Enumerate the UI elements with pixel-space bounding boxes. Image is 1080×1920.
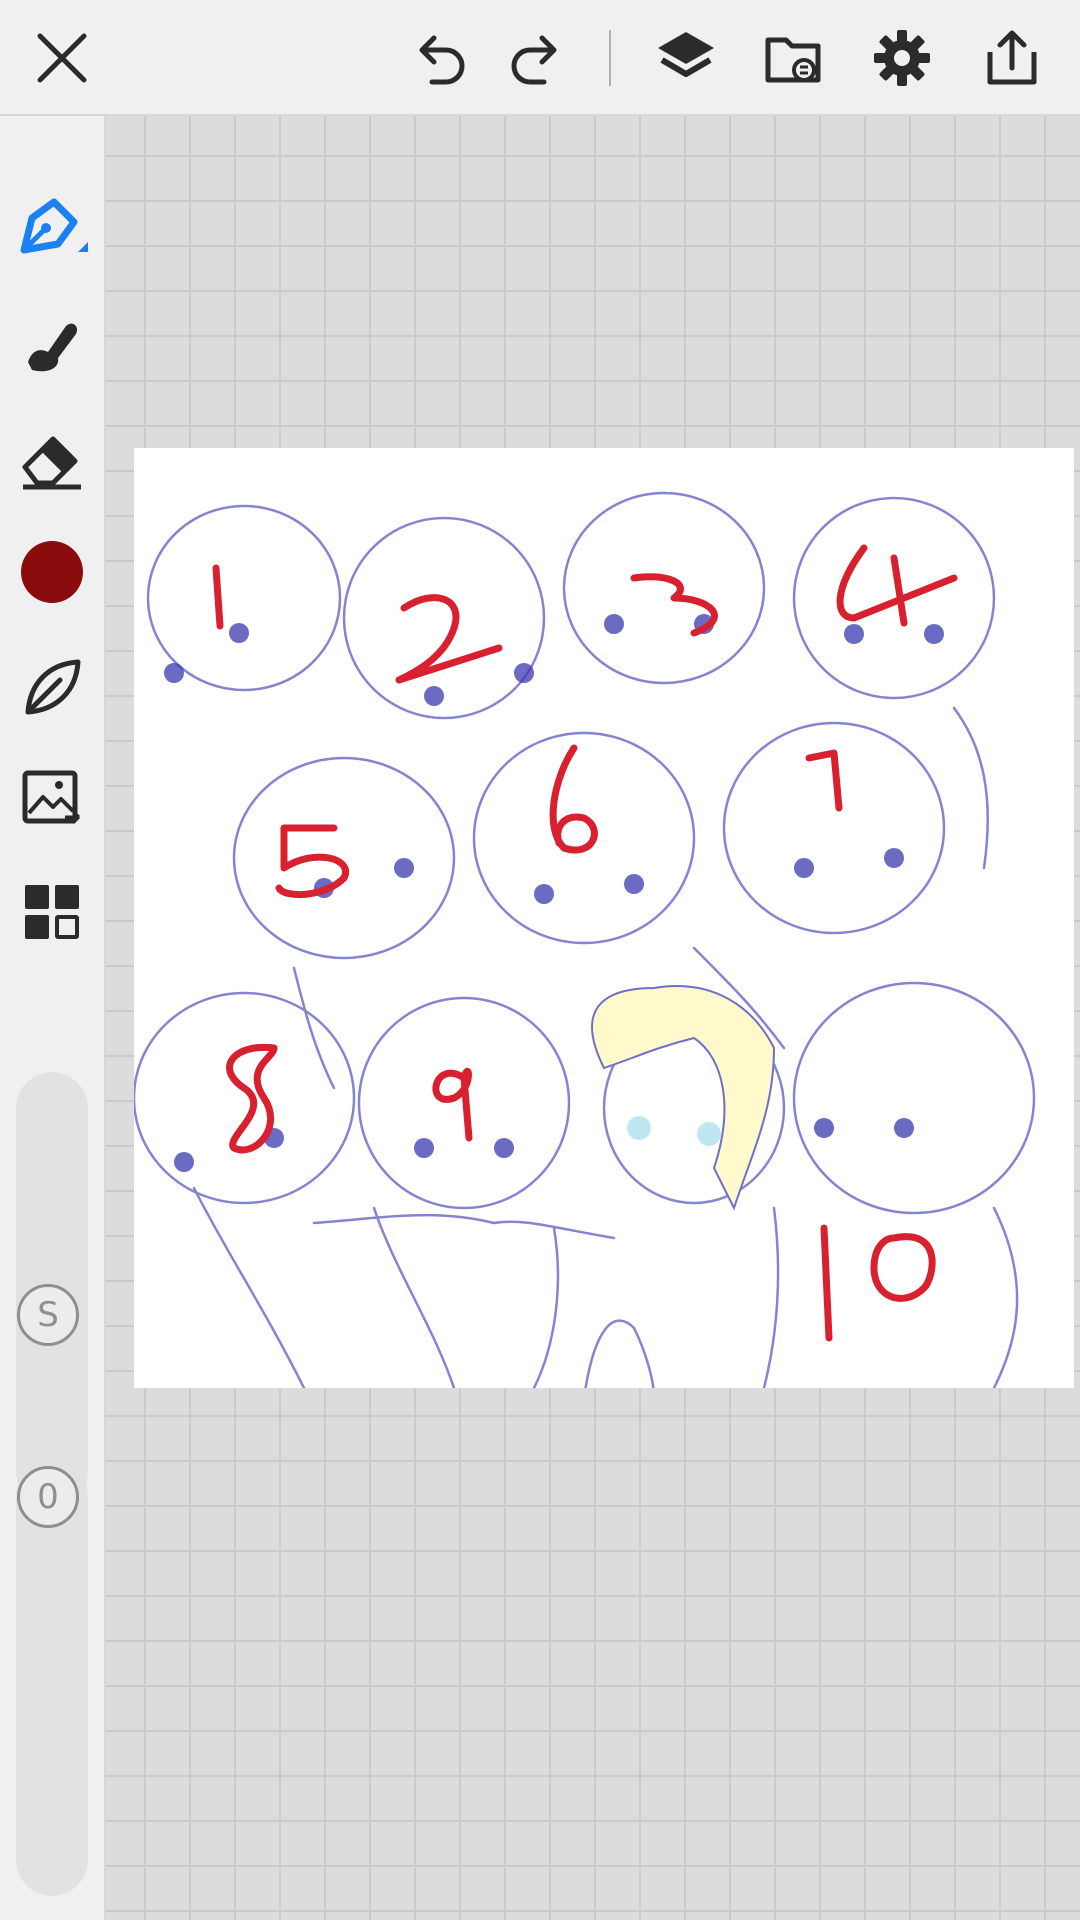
settings-button[interactable] xyxy=(866,22,938,94)
opacity-knob[interactable]: 0 xyxy=(17,1466,79,1528)
folder-sync-icon xyxy=(765,37,821,83)
leaf-brush-button[interactable] xyxy=(14,648,90,724)
eraser-icon xyxy=(22,436,81,490)
undo-icon xyxy=(419,35,465,85)
undo-button[interactable] xyxy=(404,22,476,94)
tool-sidebar: S 0 xyxy=(0,116,106,1920)
artboard[interactable] xyxy=(134,448,1074,1388)
panel-grid-button[interactable] xyxy=(14,874,90,950)
pen-tool-button[interactable] xyxy=(14,192,90,268)
gear-icon xyxy=(874,30,930,86)
redo-icon xyxy=(511,35,557,85)
grid-panel-icon xyxy=(25,885,79,939)
redo-button[interactable] xyxy=(500,22,572,94)
brush-size-label: S xyxy=(37,1295,59,1335)
layers-icon xyxy=(658,32,714,77)
import-image-button[interactable] xyxy=(14,760,90,836)
color-swatch xyxy=(21,541,83,603)
share-button[interactable] xyxy=(976,22,1048,94)
opacity-label: 0 xyxy=(37,1477,59,1517)
brush-size-knob[interactable]: S xyxy=(17,1284,79,1346)
share-icon xyxy=(987,30,1037,85)
sketch-layer xyxy=(134,491,1036,1388)
top-toolbar xyxy=(0,0,1080,116)
leaf-brush-icon xyxy=(25,659,81,715)
pen-tool-icon xyxy=(20,198,88,254)
eraser-button[interactable] xyxy=(14,422,90,498)
color-swatch-button[interactable] xyxy=(14,534,90,610)
layers-button[interactable] xyxy=(650,22,722,94)
drawing-canvas-area[interactable] xyxy=(106,116,1080,1920)
opacity-slider[interactable]: 0 xyxy=(16,1460,88,1896)
folder-sync-button[interactable] xyxy=(758,22,830,94)
brush-size-slider[interactable]: S xyxy=(16,1072,88,1508)
import-image-icon xyxy=(22,770,81,825)
close-icon xyxy=(37,33,87,83)
smudge-brush-button[interactable] xyxy=(14,306,90,382)
smudge-brush-icon xyxy=(28,323,78,372)
close-button[interactable] xyxy=(26,22,98,94)
toolbar-divider xyxy=(609,30,611,86)
